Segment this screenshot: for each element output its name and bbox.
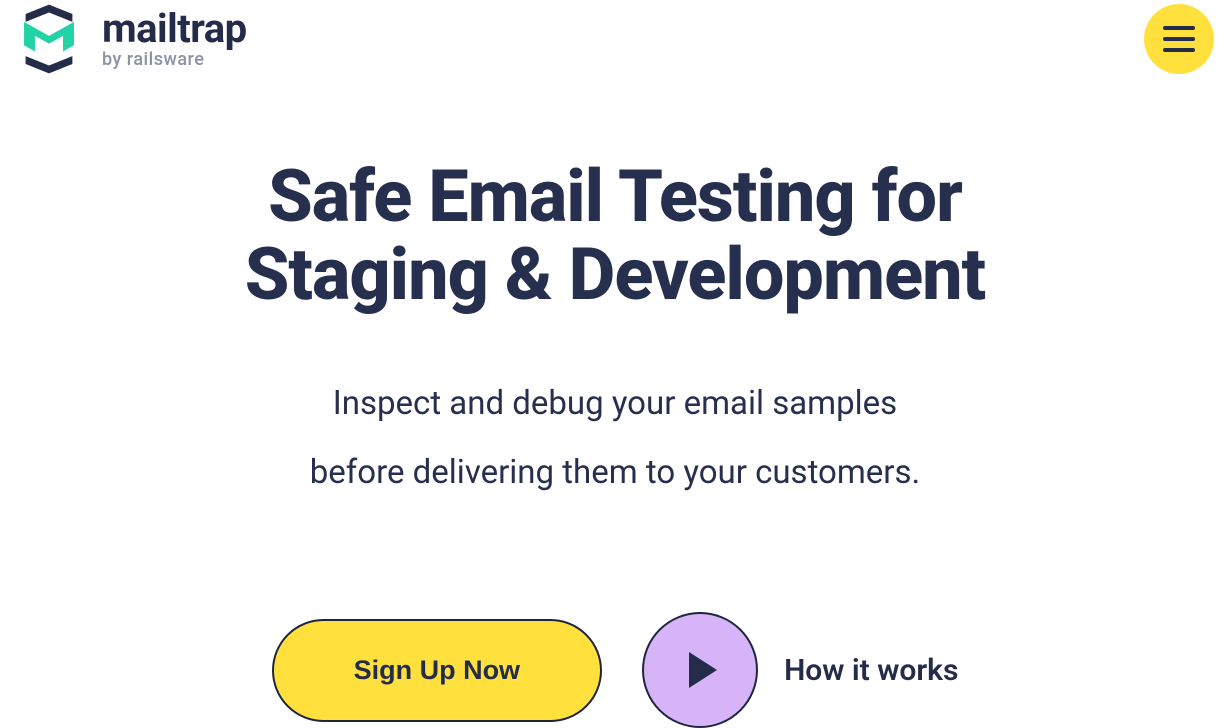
how-it-works-button[interactable]: How it works: [642, 612, 958, 728]
menu-button[interactable]: [1144, 4, 1214, 74]
hamburger-icon: [1163, 37, 1195, 41]
play-icon: [642, 612, 758, 728]
how-it-works-label: How it works: [784, 653, 958, 688]
hero-section: Safe Email Testing for Staging & Develop…: [0, 158, 1230, 728]
hero-sub-line2: before delivering them to your customers…: [310, 453, 920, 492]
logo-text: mailtrap by railsware: [102, 9, 247, 69]
hero-title-line1: Safe Email Testing for: [268, 154, 962, 239]
hamburger-icon: [1163, 48, 1195, 52]
logo-mark-icon: [10, 0, 88, 78]
cta-row: Sign Up Now How it works: [0, 612, 1230, 728]
play-triangle-icon: [689, 652, 717, 688]
signup-button[interactable]: Sign Up Now: [272, 619, 602, 722]
header: mailtrap by railsware: [0, 0, 1230, 78]
hamburger-icon: [1163, 26, 1195, 30]
hero-sub-line1: Inspect and debug your email samples: [333, 384, 897, 423]
brand-byline: by railsware: [102, 51, 247, 69]
hero-subtitle: Inspect and debug your email samples bef…: [0, 369, 1230, 508]
hero-title: Safe Email Testing for Staging & Develop…: [0, 158, 1230, 314]
hero-title-line2: Staging & Development: [245, 232, 986, 317]
logo[interactable]: mailtrap by railsware: [10, 0, 247, 78]
brand-name: mailtrap: [102, 9, 247, 49]
